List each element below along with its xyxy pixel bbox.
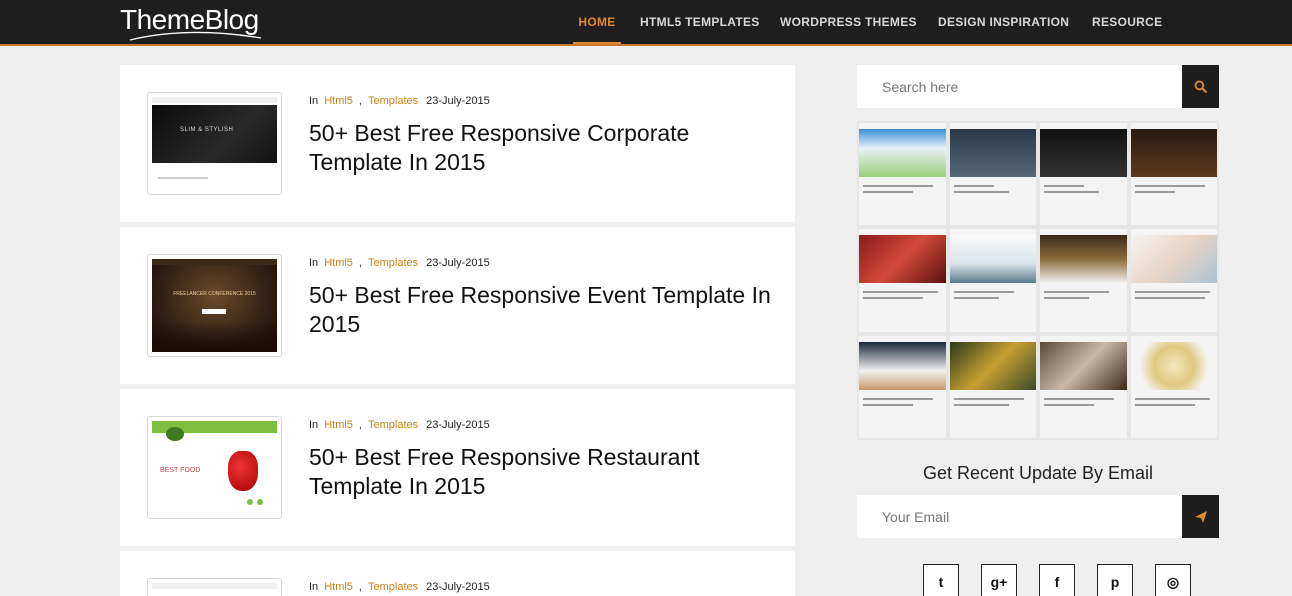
- thumb-caption: BEST FOOD: [160, 467, 201, 474]
- separator: ,: [358, 581, 362, 593]
- collage-tile: [949, 335, 1036, 438]
- post-card: In Html5, Templates 23-July-2015: [120, 551, 795, 596]
- search-input[interactable]: [857, 65, 1182, 108]
- collage-tile: [949, 229, 1036, 332]
- search-button[interactable]: [1182, 65, 1219, 108]
- post-meta: In Html5, Templates 23-July-2015: [309, 419, 490, 431]
- subscribe-button[interactable]: [1182, 495, 1219, 538]
- logo-swoosh-icon: [129, 31, 262, 41]
- in-label: In: [309, 581, 319, 593]
- collage-tile: [1130, 335, 1217, 438]
- post-date: 23-July-2015: [426, 419, 490, 431]
- collage-tile: [949, 123, 1036, 226]
- category-link[interactable]: Html5: [324, 95, 353, 107]
- post-card: FREELANCER CONFERENCE 2015 In Html5, Templ…: [120, 227, 795, 384]
- facebook-icon[interactable]: f: [1039, 564, 1075, 596]
- in-label: In: [309, 95, 319, 107]
- search-icon: [1194, 80, 1207, 93]
- in-label: In: [309, 419, 319, 431]
- post-card: SLIM & STYLISH In Html5, Templates 23-July-…: [120, 65, 795, 222]
- google-plus-icon[interactable]: g+: [981, 564, 1017, 596]
- post-date: 23-July-2015: [426, 257, 490, 269]
- collage-tile: [1040, 123, 1127, 226]
- instagram-icon[interactable]: ◎: [1155, 564, 1191, 596]
- post-date: 23-July-2015: [426, 581, 490, 593]
- pinterest-icon[interactable]: p: [1097, 564, 1133, 596]
- twitter-icon[interactable]: t: [923, 564, 959, 596]
- send-icon: [1194, 510, 1207, 523]
- collage-tile: [1040, 229, 1127, 332]
- social-links: t g+ f p ◎: [923, 564, 1191, 596]
- separator: ,: [358, 95, 362, 107]
- category-link[interactable]: Html5: [324, 257, 353, 269]
- nav-active-indicator: [573, 42, 621, 44]
- collage-tile: [1130, 123, 1217, 226]
- nav-home[interactable]: HOME: [573, 0, 621, 44]
- post-meta: In Html5, Templates 23-July-2015: [309, 257, 490, 269]
- nav-design-inspiration[interactable]: DESIGN INSPIRATION: [938, 0, 1069, 44]
- post-title[interactable]: 50+ Best Free Responsive Event Template …: [309, 281, 779, 339]
- category-link[interactable]: Templates: [368, 581, 418, 593]
- nav-resource[interactable]: RESOURCE: [1092, 0, 1162, 44]
- post-thumbnail[interactable]: [147, 578, 282, 596]
- newsletter-title: Get Recent Update By Email: [922, 463, 1154, 483]
- separator: ,: [358, 257, 362, 269]
- post-title[interactable]: 50+ Best Free Responsive Corporate Templ…: [309, 119, 779, 177]
- post-thumbnail[interactable]: BEST FOOD: [147, 416, 282, 519]
- post-meta: In Html5, Templates 23-July-2015: [309, 581, 490, 593]
- nav-html5-templates[interactable]: HTML5 TEMPLATES: [640, 0, 760, 44]
- post-date: 23-July-2015: [426, 95, 490, 107]
- separator: ,: [358, 419, 362, 431]
- collage-tile: [859, 229, 946, 332]
- nav-home-label: HOME: [578, 15, 616, 29]
- collage-tile: [859, 123, 946, 226]
- category-link[interactable]: Html5: [324, 581, 353, 593]
- post-card: BEST FOOD In Html5, Templates 23-July-2015 …: [120, 389, 795, 546]
- category-link[interactable]: Html5: [324, 419, 353, 431]
- featured-templates-banner[interactable]: [857, 121, 1219, 440]
- email-input[interactable]: [857, 495, 1182, 538]
- collage-tile: [859, 335, 946, 438]
- post-thumbnail[interactable]: SLIM & STYLISH: [147, 92, 282, 195]
- nav-wordpress-themes[interactable]: WORDPRESS THEMES: [780, 0, 917, 44]
- collage-tile: [1130, 229, 1217, 332]
- post-title[interactable]: 50+ Best Free Responsive Restaurant Temp…: [309, 443, 779, 501]
- post-thumbnail[interactable]: FREELANCER CONFERENCE 2015: [147, 254, 282, 357]
- post-meta: In Html5, Templates 23-July-2015: [309, 95, 490, 107]
- category-link[interactable]: Templates: [368, 419, 418, 431]
- category-link[interactable]: Templates: [368, 257, 418, 269]
- category-link[interactable]: Templates: [368, 95, 418, 107]
- collage-tile: [1040, 335, 1127, 438]
- thumb-caption: FREELANCER CONFERENCE 2015: [173, 291, 256, 297]
- top-navbar: ThemeBlog HOME HTML5 TEMPLATES WORDPRESS…: [0, 0, 1292, 46]
- thumb-caption: SLIM & STYLISH: [180, 127, 234, 133]
- in-label: In: [309, 257, 319, 269]
